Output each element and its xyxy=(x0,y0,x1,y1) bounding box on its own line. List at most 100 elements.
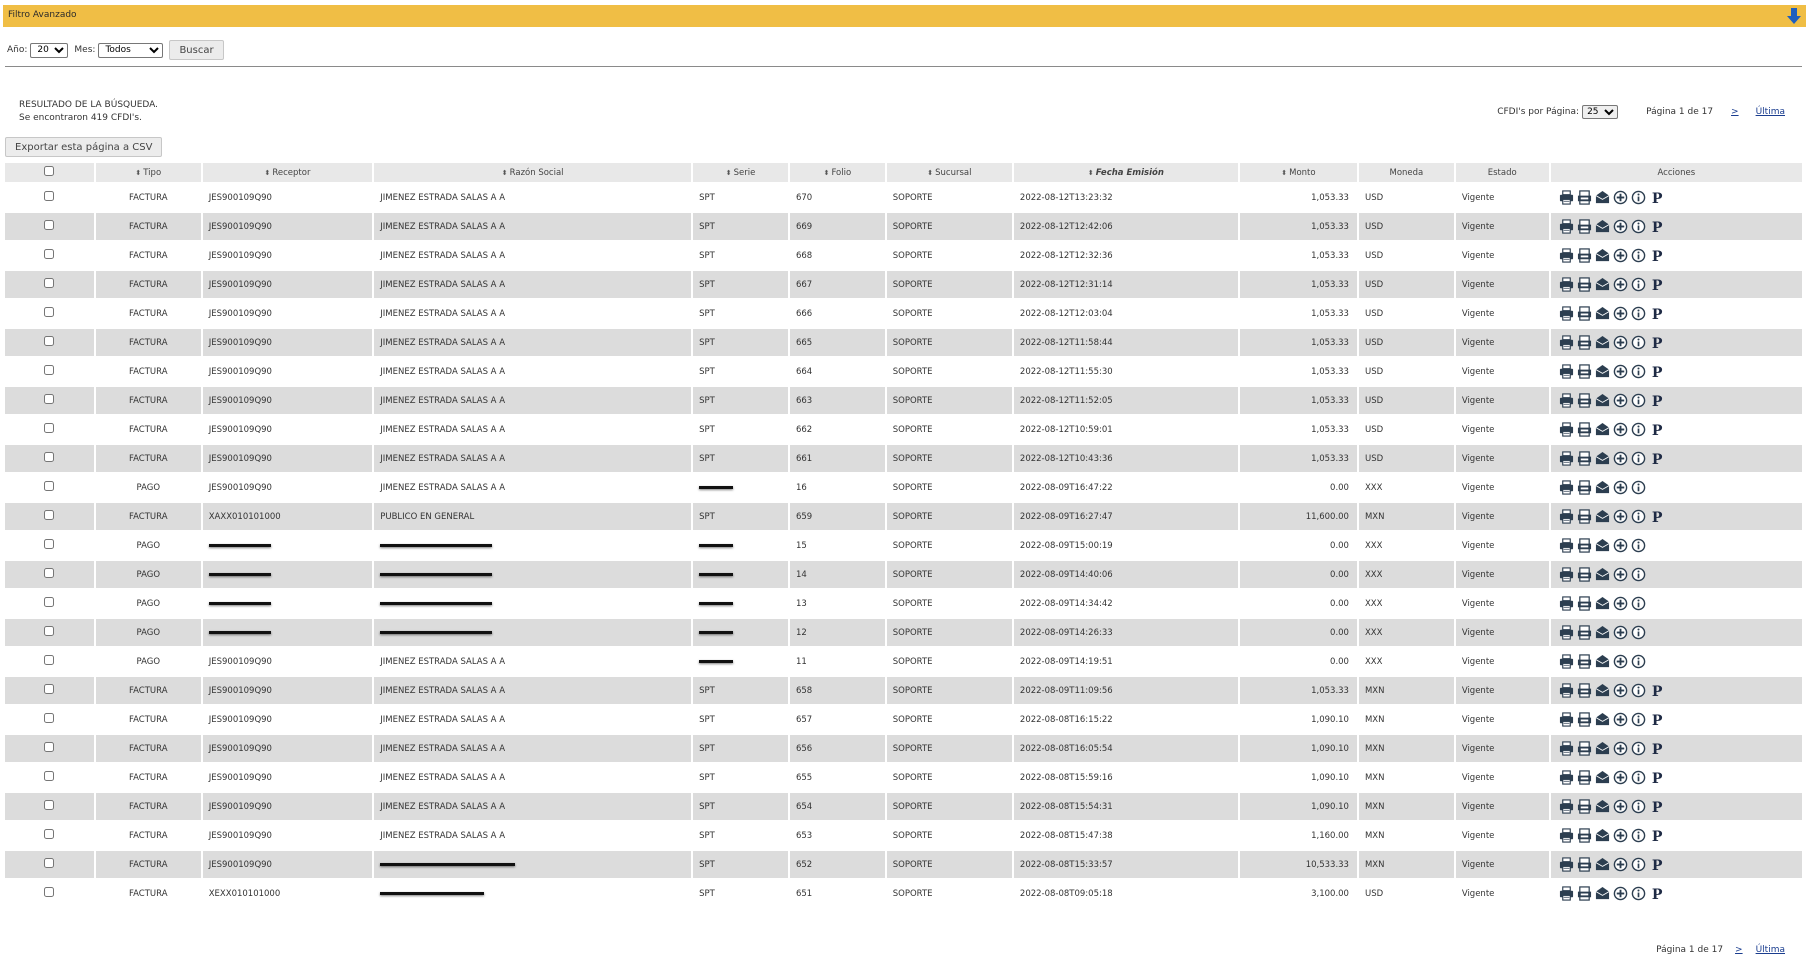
row-checkbox[interactable] xyxy=(44,684,55,694)
add-icon[interactable] xyxy=(1613,364,1628,379)
pdf-icon[interactable] xyxy=(1577,335,1592,350)
pdf-icon[interactable] xyxy=(1577,219,1592,234)
pdf-icon[interactable] xyxy=(1577,538,1592,553)
print-icon[interactable] xyxy=(1559,393,1574,408)
email-icon[interactable] xyxy=(1595,451,1610,466)
info-icon[interactable] xyxy=(1631,509,1646,524)
info-icon[interactable] xyxy=(1631,219,1646,234)
payment-p-icon[interactable]: P xyxy=(1649,451,1664,468)
row-checkbox[interactable] xyxy=(44,394,55,404)
print-icon[interactable] xyxy=(1559,277,1574,292)
email-icon[interactable] xyxy=(1595,857,1610,872)
column-header-receptor[interactable]: ⬍ Receptor xyxy=(202,163,373,182)
email-icon[interactable] xyxy=(1595,625,1610,640)
email-icon[interactable] xyxy=(1595,799,1610,814)
add-icon[interactable] xyxy=(1613,306,1628,321)
pdf-icon[interactable] xyxy=(1577,248,1592,263)
pdf-icon[interactable] xyxy=(1577,770,1592,785)
row-checkbox[interactable] xyxy=(44,858,55,868)
add-icon[interactable] xyxy=(1613,712,1628,727)
pdf-icon[interactable] xyxy=(1577,828,1592,843)
table-row[interactable]: PAGO 12 SOPORTE 2022-08-09T14:26:33 0.00 XXX V… xyxy=(5,619,1802,646)
pdf-icon[interactable] xyxy=(1577,480,1592,495)
print-icon[interactable] xyxy=(1559,596,1574,611)
row-checkbox[interactable] xyxy=(44,452,55,462)
print-icon[interactable] xyxy=(1559,799,1574,814)
payment-p-icon[interactable]: P xyxy=(1649,248,1664,265)
add-icon[interactable] xyxy=(1613,567,1628,582)
print-icon[interactable] xyxy=(1559,683,1574,698)
arrow-down-icon[interactable] xyxy=(1786,7,1802,25)
payment-p-icon[interactable]: P xyxy=(1649,828,1664,845)
row-checkbox[interactable] xyxy=(44,800,55,810)
print-icon[interactable] xyxy=(1559,451,1574,466)
print-icon[interactable] xyxy=(1559,567,1574,582)
add-icon[interactable] xyxy=(1613,799,1628,814)
row-checkbox[interactable] xyxy=(44,510,55,520)
email-icon[interactable] xyxy=(1595,306,1610,321)
payment-p-icon[interactable]: P xyxy=(1649,799,1664,816)
email-icon[interactable] xyxy=(1595,219,1610,234)
email-icon[interactable] xyxy=(1595,248,1610,263)
add-icon[interactable] xyxy=(1613,741,1628,756)
column-header-sucursal[interactable]: ⬍ Sucursal xyxy=(886,163,1012,182)
add-icon[interactable] xyxy=(1613,480,1628,495)
column-header-razon-social[interactable]: ⬍ Razón Social xyxy=(374,163,692,182)
payment-p-icon[interactable]: P xyxy=(1649,857,1664,874)
print-icon[interactable] xyxy=(1559,625,1574,640)
info-icon[interactable] xyxy=(1631,799,1646,814)
row-checkbox[interactable] xyxy=(44,481,55,491)
table-row[interactable]: FACTURA JES900109Q90 JIMENEZ ESTRADA SALAS… xyxy=(5,387,1802,414)
year-select[interactable]: 2022 xyxy=(30,42,69,58)
row-checkbox[interactable] xyxy=(44,423,55,433)
pdf-icon[interactable] xyxy=(1577,886,1592,901)
row-checkbox[interactable] xyxy=(44,655,55,665)
column-header-folio[interactable]: ⬍ Folio xyxy=(789,163,885,182)
payment-p-icon[interactable]: P xyxy=(1649,219,1664,236)
pdf-icon[interactable] xyxy=(1577,712,1592,727)
payment-p-icon[interactable]: P xyxy=(1649,306,1664,323)
info-icon[interactable] xyxy=(1631,277,1646,292)
payment-p-icon[interactable]: P xyxy=(1649,770,1664,787)
pdf-icon[interactable] xyxy=(1577,422,1592,437)
info-icon[interactable] xyxy=(1631,393,1646,408)
email-icon[interactable] xyxy=(1595,886,1610,901)
print-icon[interactable] xyxy=(1559,538,1574,553)
next-page-link[interactable]: > xyxy=(1731,107,1739,117)
pdf-icon[interactable] xyxy=(1577,654,1592,669)
select-all-checkbox[interactable] xyxy=(44,166,55,176)
pdf-icon[interactable] xyxy=(1577,741,1592,756)
payment-p-icon[interactable]: P xyxy=(1649,335,1664,352)
print-icon[interactable] xyxy=(1559,509,1574,524)
table-row[interactable]: FACTURA JES900109Q90 JIMENEZ ESTRADA SALAS… xyxy=(5,735,1802,762)
add-icon[interactable] xyxy=(1613,828,1628,843)
row-checkbox[interactable] xyxy=(44,742,55,752)
info-icon[interactable] xyxy=(1631,335,1646,350)
email-icon[interactable] xyxy=(1595,712,1610,727)
info-icon[interactable] xyxy=(1631,248,1646,263)
table-row[interactable]: FACTURA JES900109Q90 JIMENEZ ESTRADA SALAS… xyxy=(5,358,1802,385)
email-icon[interactable] xyxy=(1595,277,1610,292)
row-checkbox[interactable] xyxy=(44,249,55,259)
search-button[interactable]: Buscar xyxy=(169,40,224,60)
email-icon[interactable] xyxy=(1595,770,1610,785)
email-icon[interactable] xyxy=(1595,741,1610,756)
table-row[interactable]: FACTURA JES900109Q90 JIMENEZ ESTRADA SALAS… xyxy=(5,706,1802,733)
add-icon[interactable] xyxy=(1613,451,1628,466)
pdf-icon[interactable] xyxy=(1577,596,1592,611)
table-row[interactable]: PAGO 15 SOPORTE 2022-08-09T15:00:19 0.00 XXX V… xyxy=(5,532,1802,559)
print-icon[interactable] xyxy=(1559,480,1574,495)
print-icon[interactable] xyxy=(1559,364,1574,379)
row-checkbox[interactable] xyxy=(44,365,55,375)
print-icon[interactable] xyxy=(1559,857,1574,872)
advanced-filter-bar[interactable]: Filtro Avanzado xyxy=(3,5,1806,27)
email-icon[interactable] xyxy=(1595,654,1610,669)
payment-p-icon[interactable]: P xyxy=(1649,712,1664,729)
info-icon[interactable] xyxy=(1631,683,1646,698)
month-select[interactable]: Todos xyxy=(98,42,164,58)
add-icon[interactable] xyxy=(1613,770,1628,785)
add-icon[interactable] xyxy=(1613,654,1628,669)
print-icon[interactable] xyxy=(1559,741,1574,756)
row-checkbox[interactable] xyxy=(44,597,55,607)
table-row[interactable]: FACTURA JES900109Q90 JIMENEZ ESTRADA SALAS… xyxy=(5,329,1802,356)
